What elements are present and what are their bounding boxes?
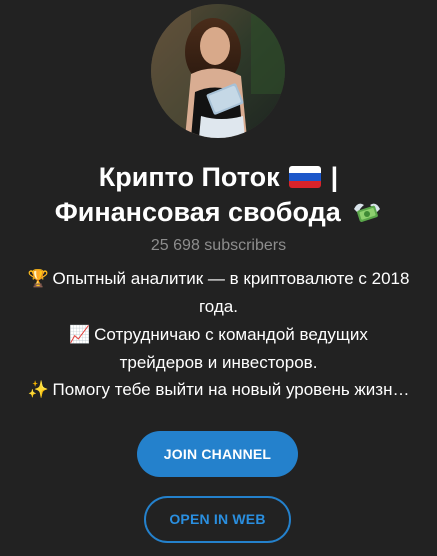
description-line: 📈 Сотрудничаю с командой ведущих	[0, 324, 437, 346]
description-line: ✨ Помогу тебе выйти на новый уровень жизн…	[0, 379, 437, 401]
chart-increasing-icon: 📈	[69, 325, 91, 344]
description-text: Помогу тебе выйти на новый уровень жизн…	[52, 380, 410, 399]
russian-flag-icon	[289, 166, 322, 188]
channel-name: Крипто Поток	[98, 162, 280, 192]
description-line: года.	[0, 296, 437, 318]
open-in-web-button[interactable]: OPEN IN WEB	[144, 496, 291, 543]
subscriber-count: 25 698 subscribers	[150, 237, 287, 254]
description-text: Опытный аналитик — в криптовалюте с 2018	[52, 269, 410, 288]
channel-title-line2: Финансовая свобода	[0, 195, 437, 229]
join-channel-button[interactable]: JOIN CHANNEL	[137, 431, 298, 477]
avatar-photo	[151, 4, 285, 138]
title-separator: |	[330, 162, 339, 192]
description-text: Сотрудничаю с командой ведущих	[94, 325, 368, 344]
description-line: 🏆 Опытный аналитик — в криптовалюте с 201…	[0, 268, 437, 290]
channel-preview-card: Крипто Поток | Финансовая свобода 25 698…	[0, 0, 437, 556]
description-text: трейдеров и инвесторов.	[119, 353, 318, 372]
money-with-wings-icon	[352, 199, 382, 225]
sparkles-icon: ✨	[27, 380, 49, 399]
description-line: трейдеров и инвесторов.	[0, 352, 437, 374]
channel-title-line1: Крипто Поток |	[0, 160, 437, 194]
trophy-icon: 🏆	[27, 269, 49, 288]
channel-avatar	[151, 4, 285, 138]
channel-tagline: Финансовая свобода	[54, 197, 341, 227]
description-text: года.	[198, 297, 238, 316]
